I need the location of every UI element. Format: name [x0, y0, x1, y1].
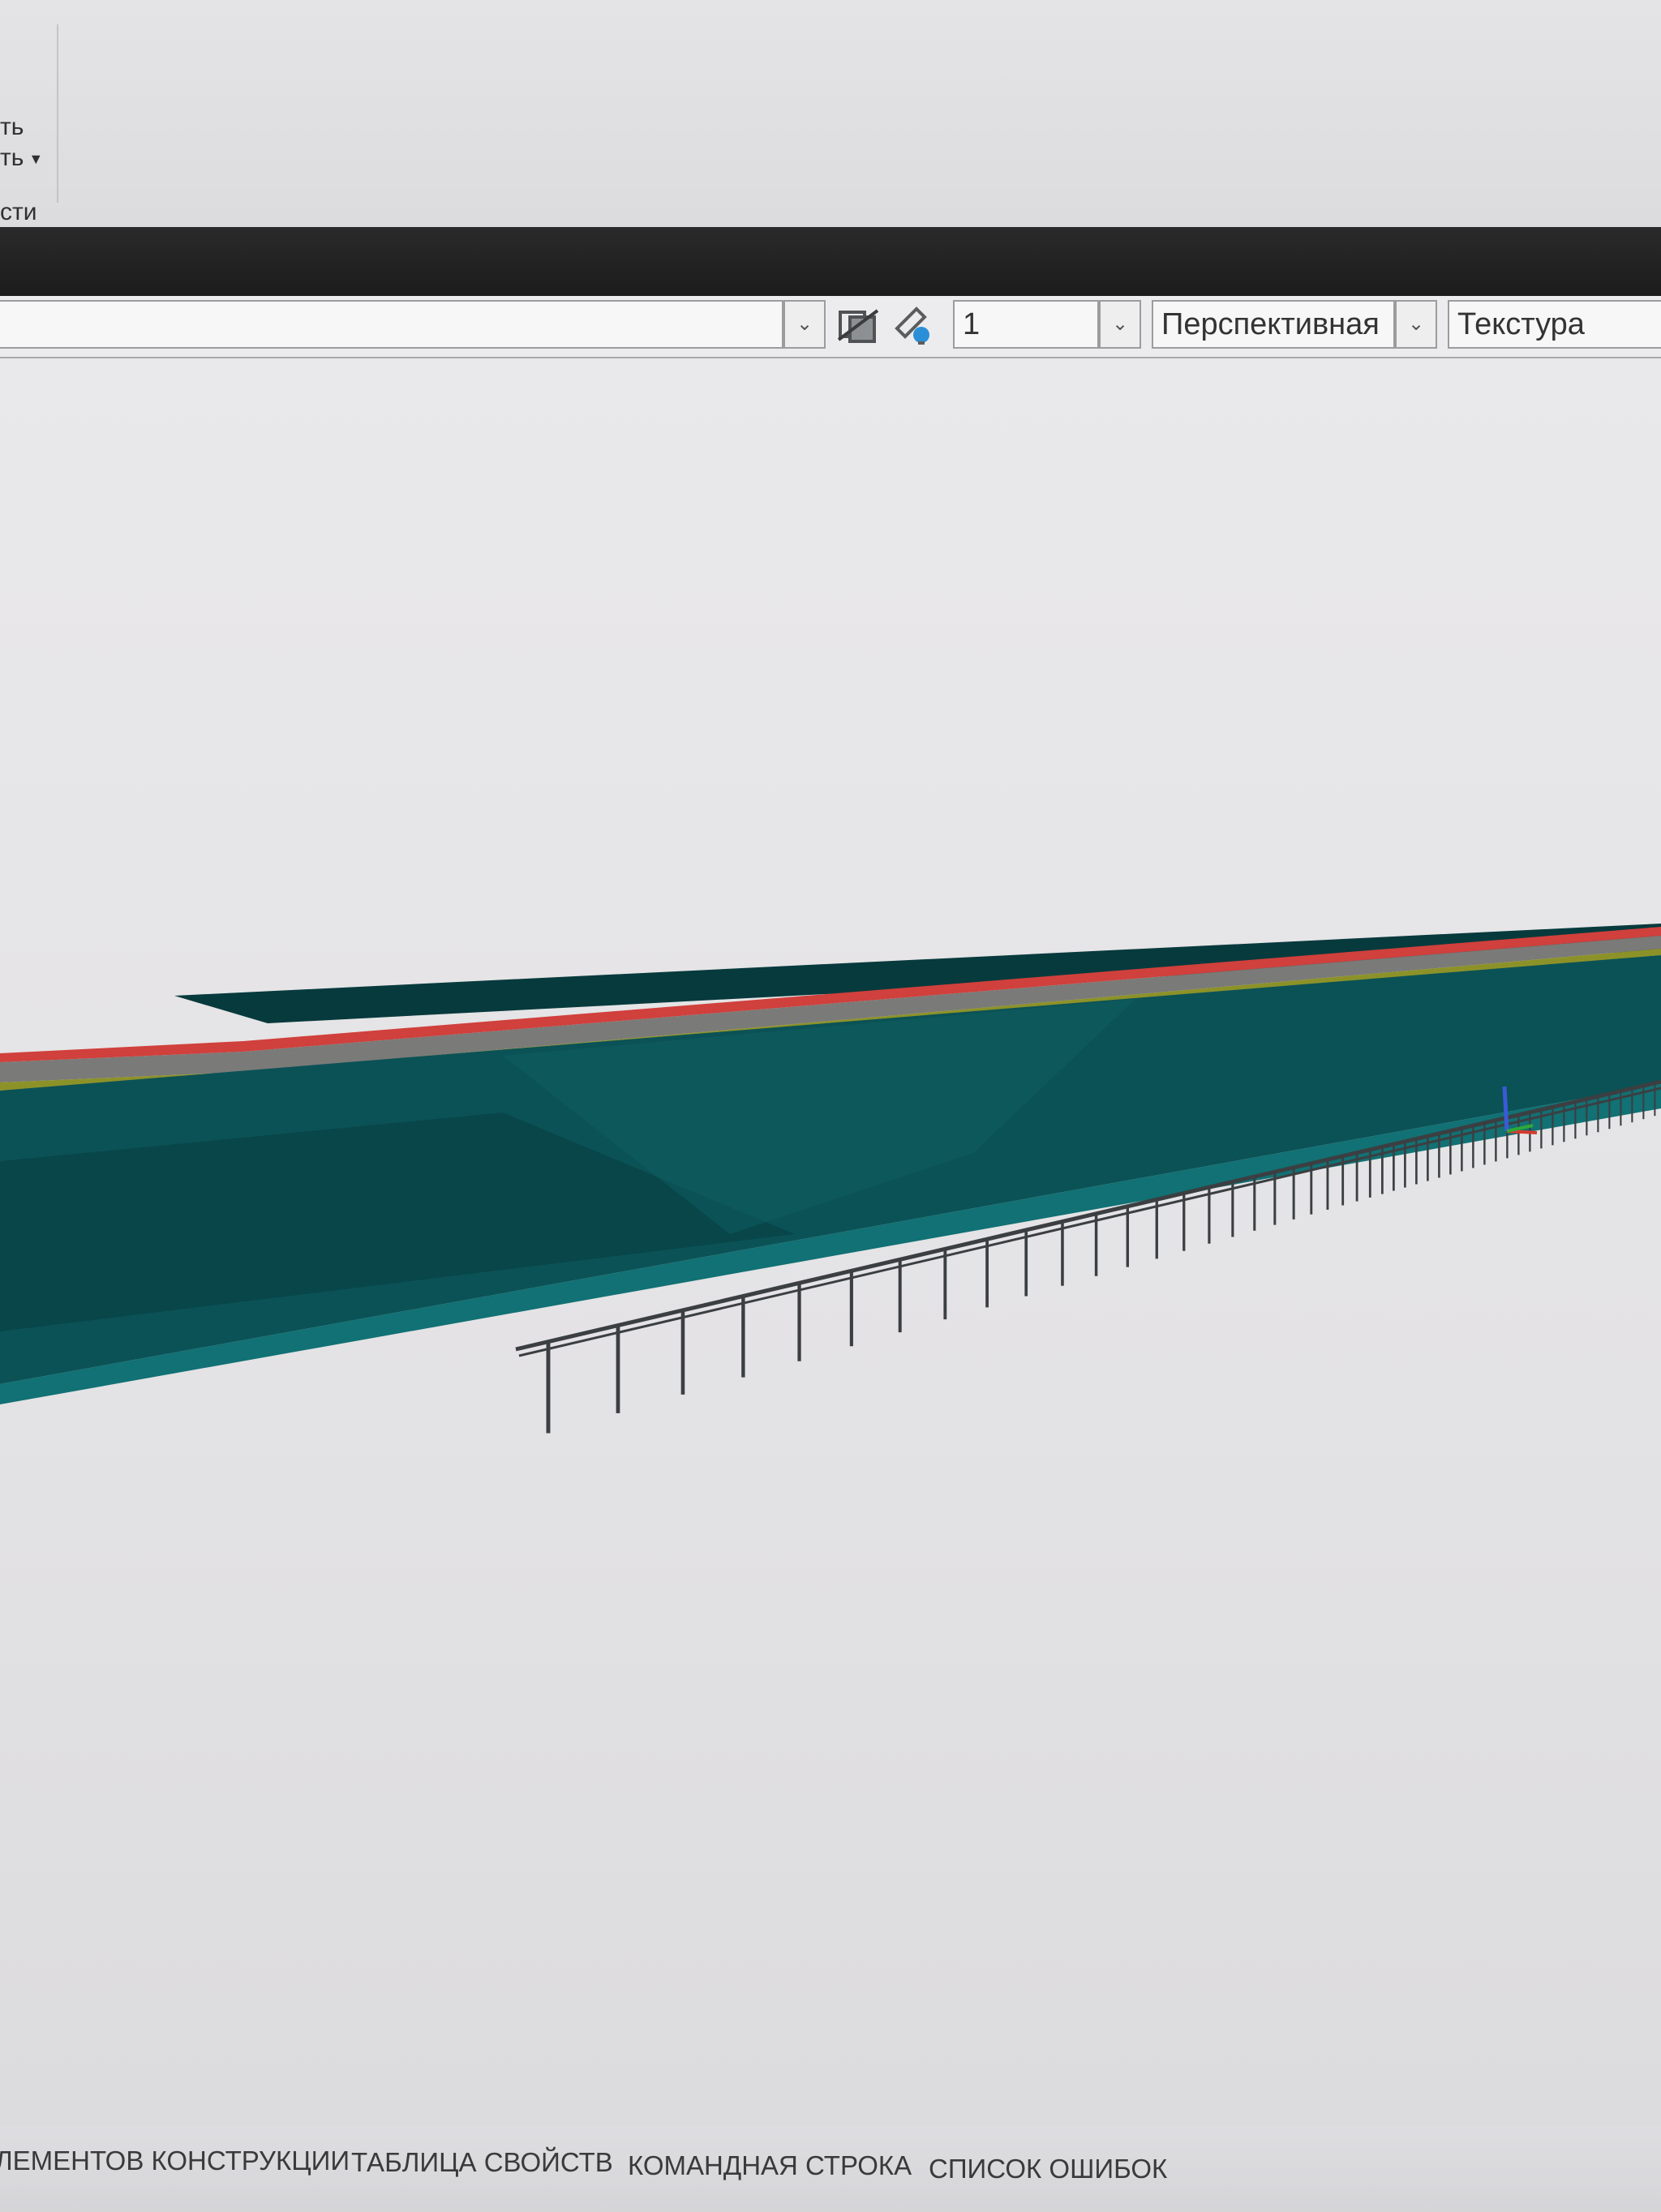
ribbon-group-label: сти — [0, 199, 37, 225]
layer-combo[interactable]: 1 — [953, 300, 1099, 349]
ribbon-separator — [57, 24, 58, 203]
axis-z — [1502, 1086, 1509, 1132]
light-icon[interactable] — [892, 304, 938, 348]
projection-combo[interactable]: Перспективная — [1152, 300, 1395, 349]
bottom-tab-bar: ЛЕМЕНТОВ КОНСТРУКЦИИ ТАБЛИЦА СВОЙСТВ КОМ… — [0, 2126, 1661, 2212]
tab-structure-elements[interactable]: ЛЕМЕНТОВ КОНСТРУКЦИИ — [0, 2146, 350, 2176]
window-title-bar — [0, 227, 1661, 296]
chevron-down-icon[interactable]: ⌄ — [1395, 300, 1437, 349]
visibility-icon[interactable] — [835, 304, 884, 348]
ribbon-item-1[interactable]: ть — [0, 114, 24, 141]
dropdown-arrow-icon: ▼ — [28, 150, 44, 167]
bridge-scene — [0, 924, 1661, 1434]
3d-viewport[interactable] — [0, 358, 1661, 2126]
tab-properties-table[interactable]: ТАБЛИЦА СВОЙСТВ — [351, 2147, 613, 2178]
tab-command-line[interactable]: КОМАНДНАЯ СТРОКА — [628, 2150, 912, 2181]
ribbon: ть ть ▼ сти — [0, 0, 1661, 227]
chevron-down-icon[interactable]: ⌄ — [1099, 300, 1141, 349]
tab-error-list[interactable]: СПИСОК ОШИБОК — [929, 2154, 1167, 2184]
chevron-down-icon[interactable]: ⌄ — [783, 300, 826, 349]
view-toolbar: ⌄ 1 ⌄ Перспективная ⌄ Текстура — [0, 296, 1661, 358]
display-style-combo[interactable]: Текстура — [1448, 300, 1661, 349]
view-selector-combo[interactable] — [0, 300, 783, 349]
ribbon-item-2[interactable]: ть ▼ — [0, 144, 43, 172]
